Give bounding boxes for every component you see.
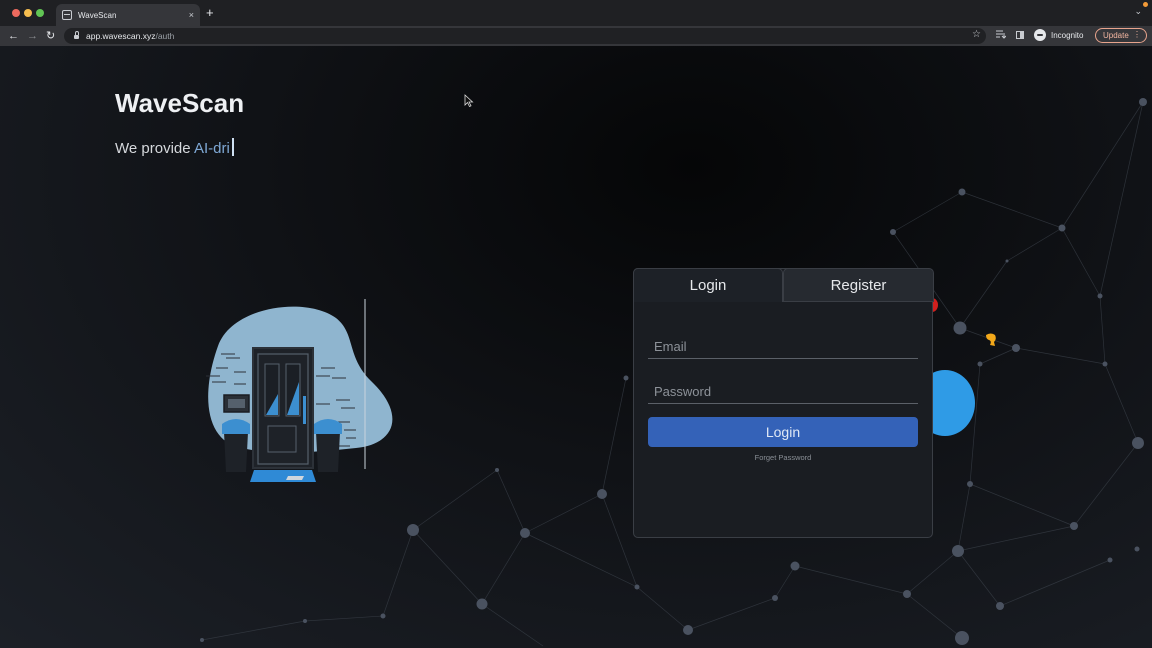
browser-tab-strip: WaveScan × + ⌄ — [0, 0, 1152, 27]
tab-search-chevron-icon[interactable]: ⌄ — [1134, 6, 1142, 17]
address-toolbar: ← → ↻ app.wavescan.xyz/auth ☆ Incognito … — [0, 26, 1152, 46]
brand-title: WaveScan — [115, 88, 245, 118]
bookmark-star-icon[interactable]: ☆ — [972, 29, 981, 40]
tagline-typed-text: AI-dri — [193, 140, 230, 157]
reading-list-icon[interactable] — [996, 30, 1007, 41]
lock-icon — [74, 31, 79, 39]
login-submit-button[interactable]: Login — [648, 417, 918, 447]
typing-caret — [231, 138, 234, 156]
address-bar[interactable]: app.wavescan.xyz/auth — [64, 28, 986, 44]
close-window-button[interactable] — [12, 9, 20, 17]
url-host: app.wavescan.xyz — [86, 31, 156, 41]
back-button[interactable]: ← — [8, 29, 19, 43]
tab-login[interactable]: Login — [633, 268, 783, 302]
tab-register[interactable]: Register — [783, 268, 934, 302]
mouse-pointer-icon — [464, 94, 474, 108]
decorative-yellow-shape — [986, 333, 996, 346]
incognito-label: Incognito — [1051, 30, 1084, 40]
minimize-window-button[interactable] — [24, 9, 32, 17]
close-tab-icon[interactable]: × — [189, 10, 194, 20]
incognito-icon — [1034, 29, 1046, 41]
update-label: Update — [1103, 31, 1129, 40]
url-path: /auth — [155, 31, 175, 41]
hero-tagline: We provide AI-dri — [115, 138, 234, 157]
new-tab-button[interactable]: + — [206, 6, 214, 20]
maximize-window-button[interactable] — [36, 9, 44, 17]
auth-page: WaveScan We provide AI-dri Login Registe… — [0, 46, 1152, 648]
notification-dot — [1143, 2, 1148, 7]
update-button[interactable]: Update ⋮ — [1095, 28, 1147, 43]
password-field[interactable] — [648, 380, 918, 404]
email-field[interactable] — [648, 335, 918, 359]
network-background — [200, 98, 1147, 647]
forgot-password-link[interactable]: Forget Password — [634, 453, 932, 462]
auth-card: Login Register Login Forget Password — [633, 268, 934, 538]
forward-button[interactable]: → — [27, 29, 38, 43]
tagline-prefix: We provide — [115, 140, 194, 157]
front-door-illustration — [206, 299, 393, 482]
wavescan-favicon-icon — [62, 10, 72, 20]
reload-button[interactable]: ↻ — [46, 29, 55, 43]
incognito-indicator[interactable]: Incognito — [1034, 29, 1083, 41]
tab-title: WaveScan — [78, 10, 117, 20]
side-panel-icon[interactable] — [1016, 31, 1024, 39]
browser-menu-icon[interactable]: ⋮ — [1133, 30, 1141, 39]
browser-tab[interactable]: WaveScan × — [56, 4, 200, 26]
